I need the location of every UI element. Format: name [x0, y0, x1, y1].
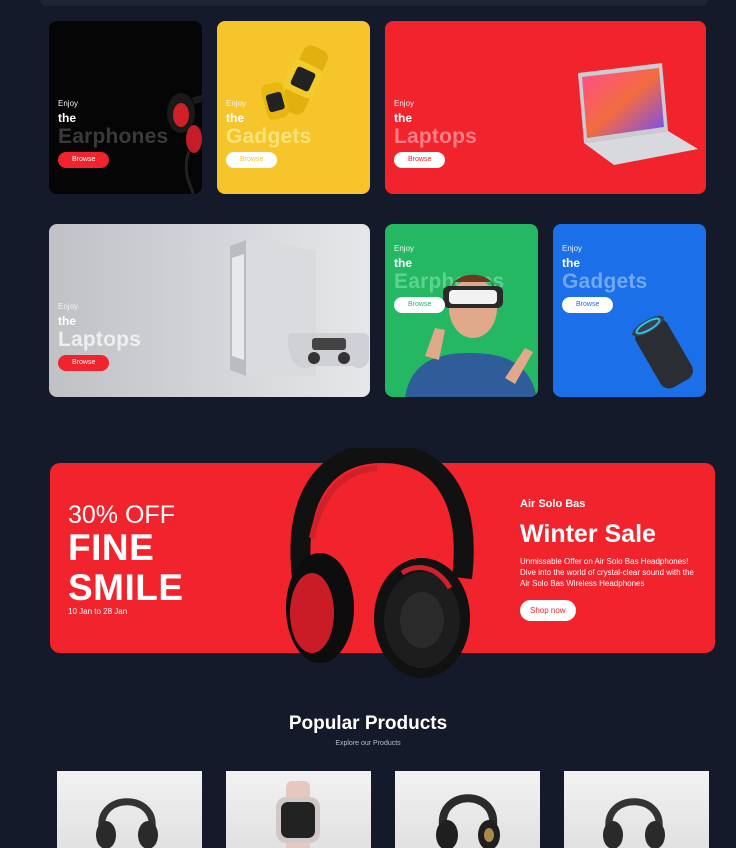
hero-description: Unmissable Offer on Air Solo Bas Headpho…: [520, 557, 694, 588]
category-card-speaker[interactable]: Enjoy the Gadgets Browse: [553, 224, 706, 397]
category-card-console[interactable]: Enjoy the Laptops Browse: [49, 224, 370, 397]
hero-line2: SMILE: [68, 567, 184, 608]
browse-button[interactable]: Browse: [226, 152, 278, 168]
hero-brand: Air Solo Bas: [520, 498, 586, 510]
hero-line1: FINE: [68, 527, 155, 568]
smart-speaker-image: [632, 315, 693, 389]
browse-button[interactable]: Browse: [562, 297, 614, 313]
top-strip: [40, 0, 708, 6]
card-title: Gadgets: [562, 270, 648, 293]
category-card-vr[interactable]: Enjoy the Earphones Browse: [385, 224, 538, 397]
card-the: the: [58, 314, 76, 328]
card-enjoy: Enjoy: [562, 244, 583, 253]
smartwatch-image: [261, 45, 328, 120]
product-card[interactable]: [226, 771, 371, 848]
card-enjoy: Enjoy: [58, 302, 79, 311]
card-title: Gadgets: [226, 125, 312, 148]
card-the: the: [394, 111, 412, 125]
card-enjoy: Enjoy: [394, 99, 415, 108]
popular-products-title: Popular Products: [288, 713, 448, 734]
headphones-hero-image: [286, 448, 474, 678]
card-title: Earphones: [58, 125, 169, 148]
product-card[interactable]: [57, 771, 202, 848]
category-card-laptops[interactable]: Enjoy the Laptops Browse: [385, 21, 706, 194]
hero-dates: 10 Jan to 28 Jan: [68, 607, 128, 616]
headphones-product-image: [603, 798, 665, 848]
category-card-earphones[interactable]: Enjoy the Earphones Browse: [49, 21, 202, 194]
laptop-image: [578, 63, 698, 165]
popular-products-subtitle: Explore our Products: [335, 740, 401, 747]
card-enjoy: Enjoy: [226, 99, 247, 108]
hero-sale-title: Winter Sale: [520, 520, 656, 548]
category-card-gadgets[interactable]: Enjoy the Gadgets Browse: [217, 21, 370, 194]
card-title: Laptops: [58, 328, 142, 351]
shop-now-button[interactable]: Shop now: [520, 600, 576, 621]
headphones-product-image: [436, 794, 500, 848]
card-the: the: [226, 111, 244, 125]
card-title: Laptops: [394, 125, 478, 148]
browse-button[interactable]: Browse: [58, 355, 110, 371]
hero-discount: 30% OFF: [68, 501, 175, 529]
product-card[interactable]: [395, 771, 540, 848]
headphones-product-image: [96, 798, 158, 848]
card-the: the: [58, 111, 76, 125]
card-enjoy: Enjoy: [394, 244, 415, 253]
browse-button[interactable]: Browse: [58, 152, 110, 168]
browse-button[interactable]: Browse: [394, 152, 446, 168]
card-the: the: [562, 256, 580, 270]
vr-person-image: [405, 274, 537, 397]
card-enjoy: Enjoy: [58, 99, 79, 108]
smartwatch-product-image: [276, 781, 320, 848]
browse-button[interactable]: Browse: [394, 297, 446, 313]
game-console-image: [230, 240, 369, 376]
product-card[interactable]: [564, 771, 709, 848]
